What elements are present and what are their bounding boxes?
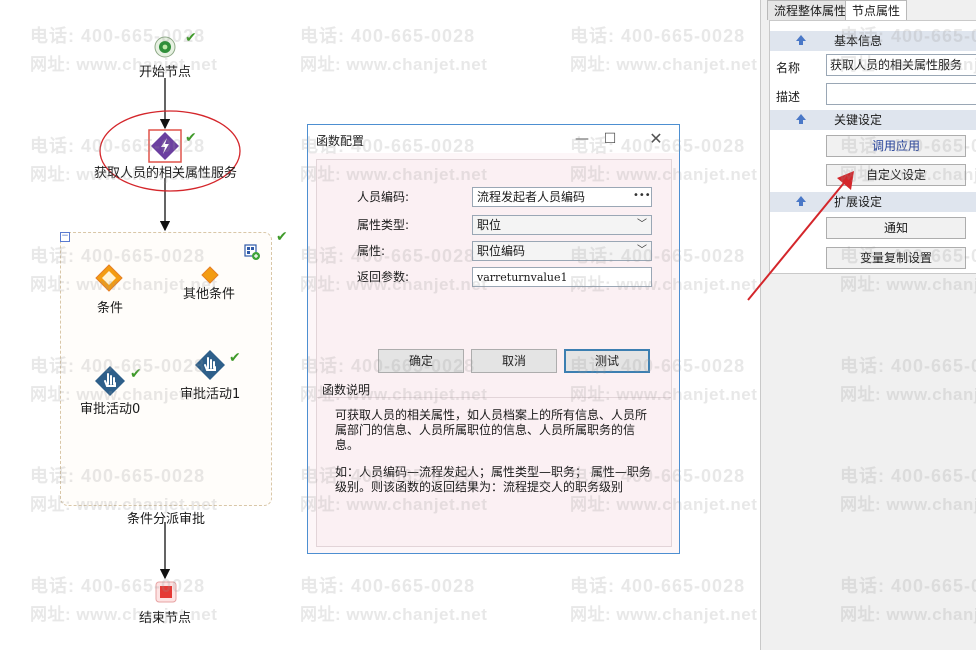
collapse-up-icon[interactable] — [794, 194, 808, 208]
other-condition-diamond-icon[interactable] — [201, 266, 219, 284]
tab-process-properties[interactable]: 流程整体属性 — [767, 0, 854, 20]
maximize-icon[interactable]: ☐ — [598, 129, 622, 149]
service-node-label: 获取人员的相关属性服务 — [94, 166, 238, 181]
properties-panel: 流程整体属性 节点属性 基本信息 名称 获取人员的相关属性服务 描述 关键设定 … — [760, 0, 976, 650]
person-code-field[interactable]: 流程发起者人员编码 ••• — [472, 187, 652, 207]
name-label: 名称 — [776, 61, 801, 75]
var-copy-button[interactable]: 变量复制设置 — [826, 247, 966, 269]
service-check-icon: ✔ — [185, 130, 197, 146]
minimize-icon[interactable]: — — [570, 129, 594, 149]
condition-label: 条件 — [97, 301, 124, 316]
custom-settings-button[interactable]: 自定义设定 — [826, 164, 966, 186]
attr-value: 职位编码 — [477, 244, 526, 258]
start-check-icon: ✔ — [185, 30, 197, 46]
attr-type-select[interactable]: 职位 ﹀ — [472, 215, 652, 235]
dialog-title: 函数配置 — [316, 134, 365, 148]
function-desc-p1: 可获取人员的相关属性，如人员档案上的所有信息、人员所属部门的信息、人员所属职位的… — [335, 408, 648, 452]
attr-select[interactable]: 职位编码 ﹀ — [472, 241, 652, 261]
dialog-titlebar[interactable]: 函数配置 — ☐ ✕ — [308, 125, 679, 153]
function-desc-title: 函数说明 — [322, 383, 371, 397]
notify-button[interactable]: 通知 — [826, 217, 966, 239]
other-condition-label: 其他条件 — [183, 287, 236, 302]
collapse-icon[interactable]: − — [60, 232, 70, 242]
return-param-value: varreturnvalue1 — [477, 271, 568, 284]
person-code-value: 流程发起者人员编码 — [477, 190, 586, 204]
ext-settings-title: 扩展设定 — [834, 195, 883, 209]
condition-diamond-icon[interactable] — [95, 264, 123, 292]
section-key-settings[interactable]: 关键设定 — [770, 110, 976, 130]
collapse-up-icon[interactable] — [794, 112, 808, 126]
key-settings-title: 关键设定 — [834, 113, 883, 127]
approval-hand-icon-0[interactable] — [94, 365, 126, 397]
approve1-label: 审批活动1 — [180, 387, 241, 402]
approval-hand-icon-1[interactable] — [194, 349, 226, 381]
cancel-button[interactable]: 取消 — [471, 349, 557, 373]
lightning-service-icon[interactable] — [148, 129, 182, 163]
function-desc-p2: 如：人员编码—流程发起人；属性类型—职务； 属性—职务级别。则该函数的返回结果为… — [335, 465, 651, 494]
function-desc-box: 可获取人员的相关属性，如人员档案上的所有信息、人员所属部门的信息、人员所属职位的… — [316, 397, 672, 547]
chevron-down-icon: ﹀ — [637, 245, 647, 256]
approve0-label: 审批活动0 — [80, 402, 141, 417]
group-check-icon: ✔ — [276, 229, 288, 245]
close-icon[interactable]: ✕ — [644, 129, 668, 149]
return-param-input[interactable]: varreturnvalue1 — [472, 267, 652, 287]
condition-group-container[interactable] — [60, 232, 272, 506]
start-node-icon[interactable] — [154, 36, 176, 58]
ok-button[interactable]: 确定 — [378, 349, 464, 373]
attr-type-value: 职位 — [477, 218, 502, 232]
section-ext-settings[interactable]: 扩展设定 — [770, 192, 976, 212]
group-label: 条件分派审批 — [127, 512, 206, 527]
basic-info-title: 基本信息 — [834, 34, 883, 48]
tab-node-properties[interactable]: 节点属性 — [845, 0, 908, 22]
end-node-icon[interactable] — [155, 581, 177, 603]
test-button[interactable]: 测试 — [564, 349, 650, 373]
attr-type-label: 属性类型: — [357, 218, 410, 232]
desc-input[interactable] — [826, 83, 976, 105]
approve0-check-icon: ✔ — [130, 366, 142, 382]
group-settings-icon[interactable] — [244, 244, 260, 260]
start-node-label: 开始节点 — [139, 65, 192, 80]
chevron-down-icon: ﹀ — [637, 219, 647, 230]
name-input[interactable]: 获取人员的相关属性服务 — [826, 54, 976, 76]
node-properties-area: 基本信息 名称 获取人员的相关属性服务 描述 关键设定 调用应用 自定义设定 扩… — [769, 20, 976, 274]
person-code-label: 人员编码: — [357, 190, 410, 204]
end-node-label: 结束节点 — [139, 611, 192, 626]
function-config-dialog[interactable]: 函数配置 — ☐ ✕ 人员编码: 流程发起者人员编码 ••• 属性类型: 职位 … — [307, 124, 680, 554]
desc-label: 描述 — [776, 90, 801, 104]
attr-label: 属性: — [357, 244, 386, 258]
call-app-button[interactable]: 调用应用 — [826, 135, 966, 157]
collapse-up-icon[interactable] — [794, 33, 808, 47]
approve1-check-icon: ✔ — [229, 350, 241, 366]
section-basic-info[interactable]: 基本信息 — [770, 31, 976, 51]
ellipsis-icon[interactable]: ••• — [633, 189, 651, 205]
return-param-label: 返回参数: — [357, 270, 410, 284]
